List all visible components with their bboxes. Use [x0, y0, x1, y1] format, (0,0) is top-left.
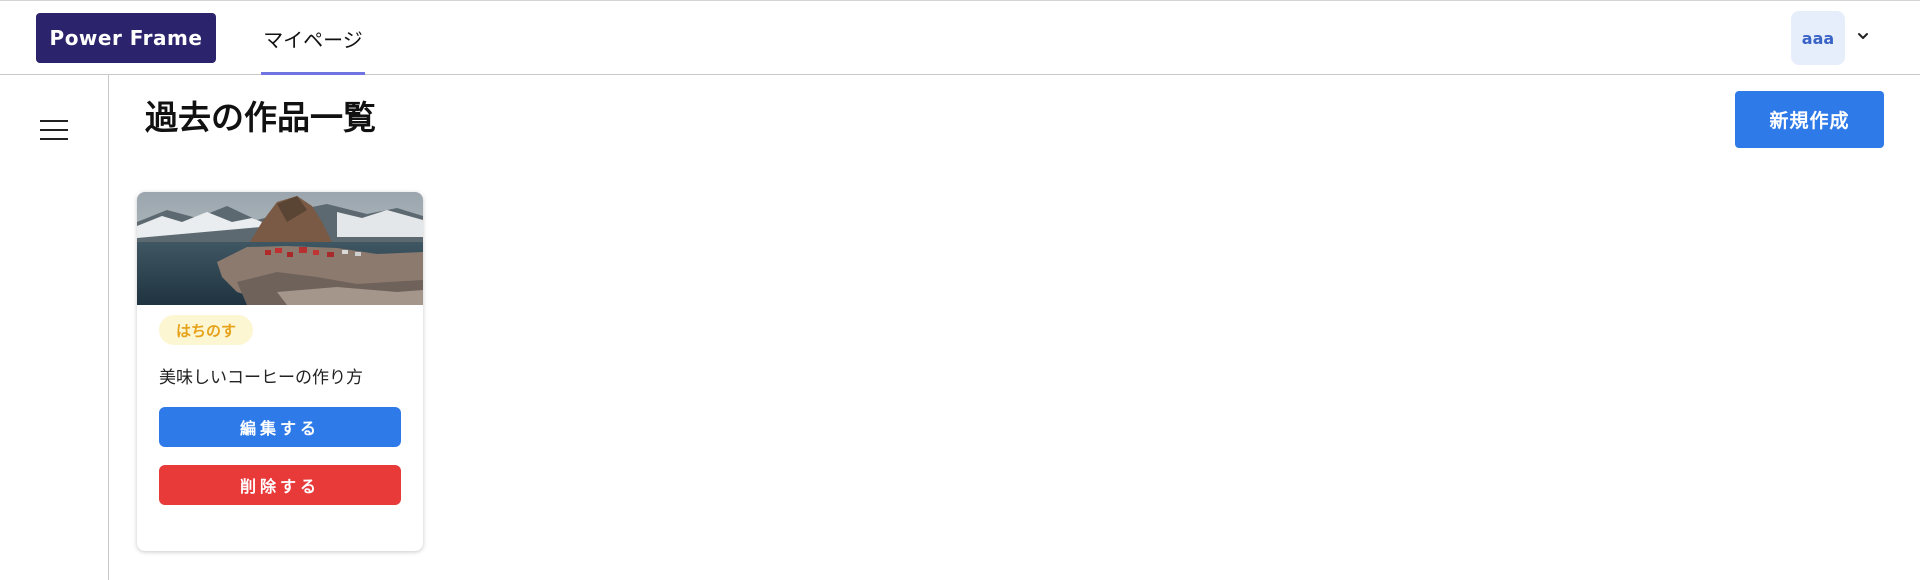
card-thumbnail-image[interactable]: [137, 192, 423, 305]
hamburger-icon[interactable]: [40, 118, 68, 142]
top-navigation-bar: Power Frame マイページ aaa: [0, 0, 1920, 75]
sidebar: [0, 75, 109, 580]
active-tab-indicator: [261, 72, 365, 75]
edit-button[interactable]: 編集する: [159, 407, 401, 447]
delete-button[interactable]: 削除する: [159, 465, 401, 505]
nav-tab-mypage[interactable]: マイページ: [261, 1, 365, 75]
card-title: 美味しいコーヒーの作り方: [159, 368, 363, 388]
new-create-button[interactable]: 新規作成: [1735, 91, 1884, 148]
page-title: 過去の作品一覧: [145, 98, 376, 137]
category-tag[interactable]: はちのす: [159, 315, 253, 345]
work-card: はちのす 美味しいコーヒーの作り方 編集する 削除する: [137, 192, 423, 551]
user-avatar[interactable]: aaa: [1791, 11, 1845, 65]
brand-logo-button[interactable]: Power Frame: [36, 13, 216, 63]
chevron-down-icon[interactable]: [1855, 28, 1871, 44]
nav-tab-label: マイページ: [263, 27, 363, 52]
